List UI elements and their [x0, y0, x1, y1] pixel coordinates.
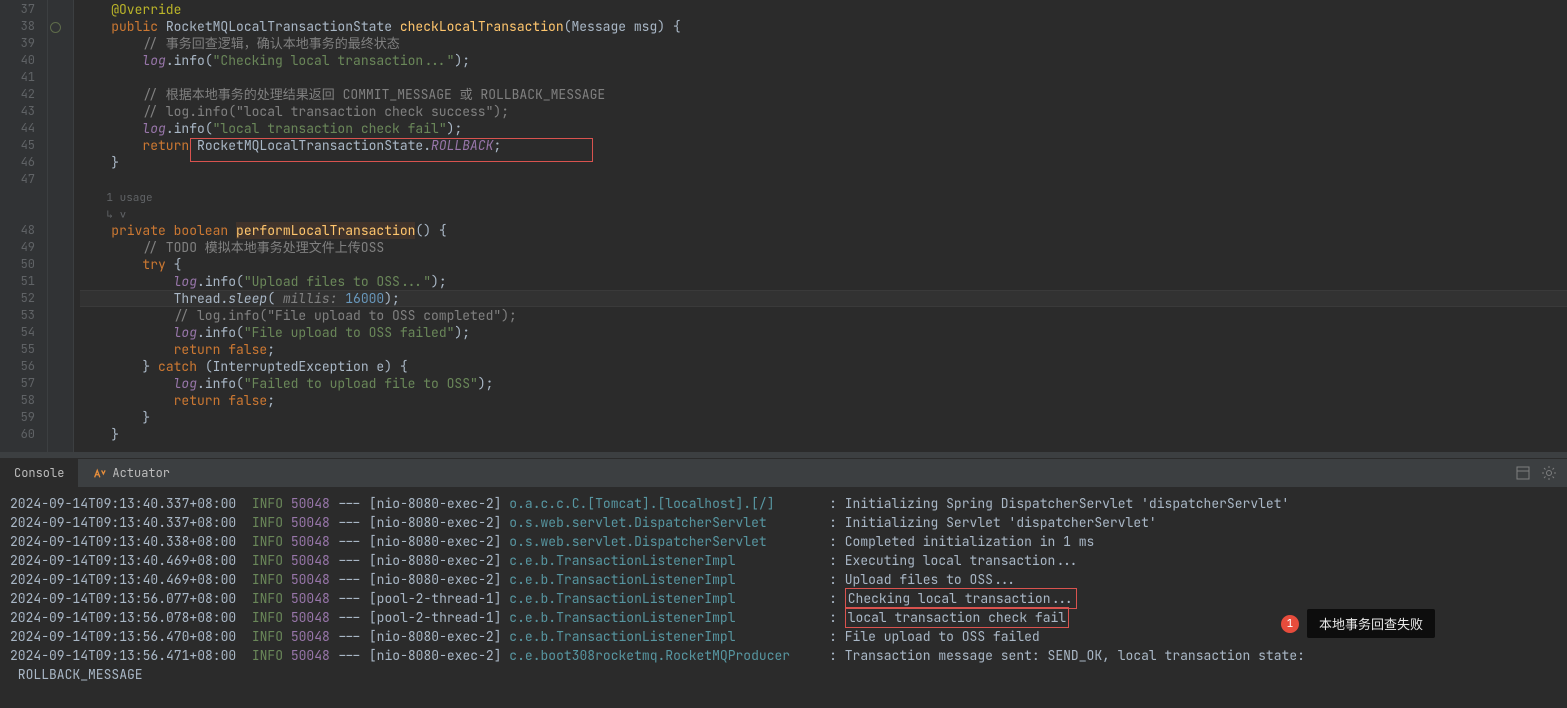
code-line[interactable]: }	[80, 426, 1567, 443]
code-line[interactable]: // TODO 模拟本地事务处理文件上传OSS	[80, 239, 1567, 256]
code-line[interactable]: log.info("Upload files to OSS...");	[80, 273, 1567, 290]
code-line[interactable]	[80, 171, 1567, 188]
code-line[interactable]: 1 usage	[80, 188, 1567, 205]
code-editor[interactable]: 3738394041424344454647484950515253545556…	[0, 0, 1567, 452]
code-line[interactable]: // 事务回查逻辑，确认本地事务的最终状态	[80, 35, 1567, 52]
line-number-gutter: 3738394041424344454647484950515253545556…	[0, 0, 48, 452]
code-line[interactable]: public RocketMQLocalTransactionState che…	[80, 18, 1567, 35]
code-line[interactable]: // 根据本地事务的处理结果返回 COMMIT_MESSAGE 或 ROLLBA…	[80, 86, 1567, 103]
layout-icon[interactable]	[1515, 465, 1531, 481]
code-line[interactable]: log.info("Failed to upload file to OSS")…	[80, 375, 1567, 392]
tab-actuator[interactable]: Actuator	[78, 458, 184, 488]
log-line: ROLLBACK_MESSAGE	[10, 665, 1557, 684]
code-line[interactable]: return false;	[80, 341, 1567, 358]
tab-actuator-label: Actuator	[112, 458, 170, 488]
code-line[interactable]: } catch (InterruptedException e) {	[80, 358, 1567, 375]
log-line: 2024-09-14T09:13:56.077+08:00 INFO 50048…	[10, 589, 1557, 608]
log-line: 2024-09-14T09:13:40.338+08:00 INFO 50048…	[10, 532, 1557, 551]
code-line[interactable]: }	[80, 154, 1567, 171]
log-line: 2024-09-14T09:13:40.469+08:00 INFO 50048…	[10, 570, 1557, 589]
code-line[interactable]: log.info("File upload to OSS failed");	[80, 324, 1567, 341]
log-line: 2024-09-14T09:13:40.337+08:00 INFO 50048…	[10, 513, 1557, 532]
code-line[interactable]: }	[80, 409, 1567, 426]
code-line[interactable]	[80, 69, 1567, 86]
log-line: 2024-09-14T09:13:40.337+08:00 INFO 50048…	[10, 494, 1557, 513]
code-line[interactable]: log.info("Checking local transaction..."…	[80, 52, 1567, 69]
bottom-panel-tabs: Console Actuator	[0, 458, 1567, 488]
code-line[interactable]: // log.info("File upload to OSS complete…	[80, 307, 1567, 324]
code-line[interactable]: return false;	[80, 392, 1567, 409]
code-area[interactable]: @Override public RocketMQLocalTransactio…	[74, 0, 1567, 452]
code-line[interactable]: @Override	[80, 1, 1567, 18]
log-line: 2024-09-14T09:13:56.471+08:00 INFO 50048…	[10, 646, 1557, 665]
gear-icon[interactable]	[1541, 465, 1557, 481]
code-line[interactable]: Thread.sleep( millis: 16000);	[80, 290, 1567, 307]
code-line[interactable]: log.info("local transaction check fail")…	[80, 120, 1567, 137]
console-output[interactable]: 2024-09-14T09:13:40.337+08:00 INFO 50048…	[0, 488, 1567, 708]
actuator-icon	[92, 466, 106, 480]
annotation-label: 本地事务回查失败	[1307, 609, 1435, 638]
code-line[interactable]: ↳ ∨	[80, 205, 1567, 222]
annotation-callout: 1 本地事务回查失败	[1281, 609, 1435, 638]
code-line[interactable]: return RocketMQLocalTransactionState.ROL…	[80, 137, 1567, 154]
log-line: 2024-09-14T09:13:40.469+08:00 INFO 50048…	[10, 551, 1557, 570]
tab-console-label: Console	[14, 458, 64, 488]
code-line[interactable]: try {	[80, 256, 1567, 273]
fold-gutter	[48, 0, 74, 452]
annotation-badge: 1	[1281, 615, 1299, 633]
tab-console[interactable]: Console	[0, 458, 78, 488]
code-line[interactable]: // log.info("local transaction check suc…	[80, 103, 1567, 120]
code-line[interactable]: private boolean performLocalTransaction(…	[80, 222, 1567, 239]
